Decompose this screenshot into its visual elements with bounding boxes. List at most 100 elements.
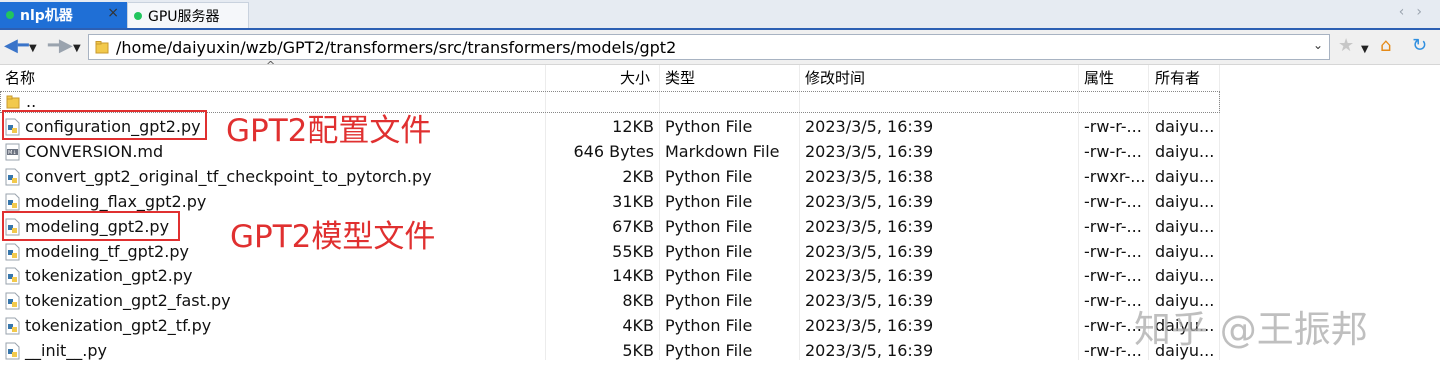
file-type: Python File [665, 341, 753, 361]
file-row[interactable]: convert_gpt2_original_tf_checkpoint_to_p… [0, 165, 1220, 189]
connection-status-icon [134, 11, 142, 20]
annotation-config-file: GPT2配置文件 [226, 113, 432, 149]
watermark: 知乎 @王振邦 [1134, 308, 1368, 351]
file-row[interactable]: tokenization_gpt2.py 14KB Python File 2023/… [0, 264, 1220, 288]
file-modified: 2023/3/5, 16:39 [805, 191, 934, 211]
path-field[interactable]: /home/daiyuxin/wzb/GPT2/transformers/src… [88, 34, 1330, 60]
file-row[interactable]: modeling_tf_gpt2.py 55KB Python File 2023/3… [0, 240, 1220, 264]
file-size: 2KB [622, 166, 654, 186]
tab-gpu-server[interactable]: GPU服务器 [127, 2, 249, 28]
bookmark-star-icon[interactable]: ★ [1338, 35, 1354, 57]
file-name: tokenization_gpt2_tf.py [25, 316, 212, 336]
close-tab-icon[interactable]: × [107, 5, 119, 21]
file-owner: daiyu... [1155, 141, 1215, 161]
file-name: modeling_tf_gpt2.py [25, 241, 189, 261]
file-attributes: -rw-r-... [1084, 216, 1142, 236]
file-row[interactable]: tokenization_gpt2_tf.py 4KB Python File 202… [0, 314, 1220, 338]
file-name: .. [26, 92, 37, 111]
column-modified[interactable]: 修改时间 [805, 67, 865, 89]
column-owner[interactable]: 所有者 [1155, 67, 1200, 89]
markdown-file-icon: M↓ [5, 143, 20, 161]
svg-text:M↓: M↓ [8, 150, 17, 156]
file-size: 31KB [612, 191, 654, 211]
file-owner: daiyu... [1155, 241, 1215, 261]
file-type: Python File [665, 266, 753, 286]
file-size: 8KB [622, 291, 654, 311]
python-file-icon [5, 267, 20, 285]
file-row[interactable]: M↓ CONVERSION.md 646 Bytes Markdown File 202… [0, 140, 1220, 164]
folder-icon [95, 41, 109, 54]
file-modified: 2023/3/5, 16:39 [805, 216, 934, 236]
column-attributes[interactable]: 属性 [1084, 67, 1114, 89]
python-file-icon [5, 317, 20, 335]
file-modified: 2023/3/5, 16:39 [805, 117, 934, 136]
tab-label: GPU服务器 [148, 8, 220, 25]
column-type[interactable]: 类型 [665, 67, 695, 89]
file-owner: daiyu... [1155, 216, 1215, 236]
home-folder-icon[interactable]: ⌂ [1380, 35, 1391, 57]
file-size: 12KB [612, 117, 654, 136]
file-modified: 2023/3/5, 16:39 [805, 241, 934, 261]
file-name: CONVERSION.md [25, 141, 164, 161]
file-type: Markdown File [665, 141, 780, 161]
path-text: /home/daiyuxin/wzb/GPT2/transformers/src… [116, 38, 677, 57]
bookmark-dropdown-icon[interactable]: ▼ [1361, 39, 1369, 61]
python-file-icon [5, 292, 20, 310]
file-type: Python File [665, 166, 753, 186]
file-type: Python File [665, 117, 753, 136]
file-type: Python File [665, 291, 753, 311]
back-arrow-icon[interactable]: ◀━ [4, 36, 29, 56]
python-file-icon [5, 168, 20, 186]
forward-arrow-icon[interactable]: ━▶ [48, 36, 73, 56]
file-attributes: -rw-r-... [1084, 117, 1142, 136]
tab-nlp-machine[interactable]: nlp机器 × [0, 2, 127, 28]
file-row[interactable]: __init__.py 5KB Python File 2023/3/5, 16:39… [0, 339, 1220, 363]
sort-ascending-icon: ^ [266, 59, 276, 72]
file-size: 5KB [622, 341, 654, 361]
file-row[interactable]: tokenization_gpt2_fast.py 8KB Python File 2… [0, 289, 1220, 313]
file-owner: daiyu... [1155, 266, 1215, 286]
file-type: Python File [665, 316, 753, 336]
file-modified: 2023/3/5, 16:38 [805, 166, 934, 186]
file-type: Python File [665, 191, 753, 211]
connection-status-icon [6, 11, 14, 19]
file-size: 55KB [612, 241, 654, 261]
refresh-icon[interactable]: ↻ [1412, 35, 1427, 57]
file-modified: 2023/3/5, 16:39 [805, 341, 934, 361]
file-size: 67KB [612, 216, 654, 236]
highlight-box-config [2, 110, 207, 140]
file-owner: daiyu... [1155, 166, 1215, 186]
file-attributes: -rw-r-... [1084, 141, 1142, 161]
highlight-box-model [2, 211, 180, 241]
toolbar: ◀━ ▼ ━▶ ▼ /home/daiyuxin/wzb/GPT2/transf… [0, 30, 1440, 65]
file-name: modeling_flax_gpt2.py [25, 191, 207, 211]
python-file-icon [5, 342, 20, 360]
column-name[interactable]: 名称 [5, 67, 35, 89]
file-owner: daiyu... [1155, 191, 1215, 211]
file-attributes: -rw-r-... [1084, 191, 1142, 211]
chevron-down-icon[interactable]: ⌄ [1313, 38, 1323, 52]
forward-dropdown-icon[interactable]: ▼ [73, 39, 81, 59]
column-header: ^ 名称 大小 类型 修改时间 属性 所有者 [0, 59, 1220, 89]
file-name: __init__.py [25, 341, 108, 361]
python-file-icon [5, 243, 20, 260]
file-modified: 2023/3/5, 16:39 [805, 291, 934, 311]
file-modified: 2023/3/5, 16:39 [805, 266, 934, 286]
file-modified: 2023/3/5, 16:39 [805, 316, 934, 336]
file-name: tokenization_gpt2_fast.py [25, 291, 231, 311]
file-size: 4KB [622, 316, 654, 336]
file-owner: daiyu... [1155, 117, 1215, 136]
python-file-icon [5, 193, 20, 211]
annotation-model-file: GPT2模型文件 [230, 219, 436, 255]
file-type: Python File [665, 241, 753, 261]
file-modified: 2023/3/5, 16:39 [805, 141, 934, 161]
file-name: tokenization_gpt2.py [25, 266, 193, 286]
file-row[interactable]: modeling_gpt2.py 67KB Python File 2023/3/5,… [0, 215, 1220, 239]
column-size[interactable]: 大小 [620, 67, 650, 89]
tab-strip: nlp机器 × GPU服务器 ‹› [0, 0, 1440, 30]
tab-scroll-arrows-icon[interactable]: ‹› [1399, 4, 1434, 20]
file-row[interactable]: modeling_flax_gpt2.py 31KB Python File 2023… [0, 190, 1220, 214]
file-attributes: -rw-r-... [1084, 241, 1142, 261]
file-attributes: -rw-r-... [1084, 266, 1142, 286]
back-dropdown-icon[interactable]: ▼ [29, 39, 37, 59]
